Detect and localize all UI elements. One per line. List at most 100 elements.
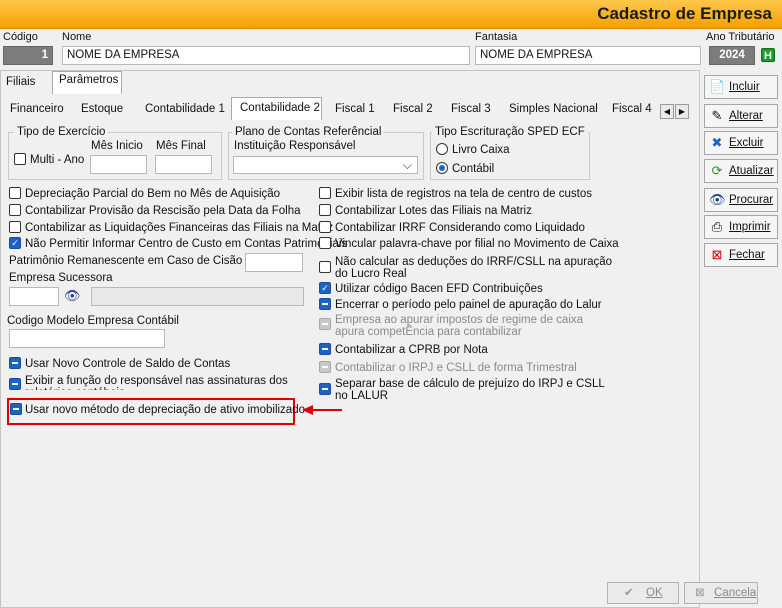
tab-contabilidade-2[interactable]: Contabilidade 2 [231,97,322,120]
cancela-button[interactable]: ⊠ Cancela [684,582,758,604]
delete-icon: ✖ [711,135,723,150]
checkmark-icon: ✔ [624,587,634,599]
cprb-nota-checkbox[interactable] [319,343,331,355]
alterar-label: Alterar [729,110,763,122]
provisao-rescisao-checkbox[interactable] [9,204,21,216]
historico-button[interactable]: H [761,48,775,62]
liquidacoes-filiais-label: Contabilizar as Liquidações Financeiras … [25,222,334,234]
contabil-radio[interactable] [436,162,448,174]
ano-field[interactable]: 2024 [709,46,755,65]
tab-parametros[interactable]: Parâmetros [52,71,122,94]
sucessora-label: Empresa Sucessora [9,272,113,284]
depreciacao-parcial-checkbox[interactable] [9,187,21,199]
tab-simples-nacional[interactable]: Simples Nacional [509,101,598,115]
novo-metodo-depreciacao-checkbox[interactable] [10,403,22,415]
novo-saldo-label: Usar Novo Controle de Saldo de Contas [25,358,231,370]
tab-filiais[interactable]: Filiais [6,74,35,88]
ano-label: Ano Tributário [706,31,775,43]
novo-saldo-checkbox[interactable] [9,357,21,369]
irpj-trimestral-checkbox [319,361,331,373]
instituicao-select[interactable]: ⌵ [233,156,418,174]
mes-inicio-field[interactable] [90,155,147,174]
centro-custo-checkbox[interactable]: ✓ [9,237,21,249]
printer-icon: ⎙ [711,219,723,234]
fantasia-field[interactable]: NOME DA EMPRESA [475,46,701,65]
codigo-field[interactable]: 1 [3,46,53,65]
tab-fiscal-2[interactable]: Fiscal 2 [393,101,433,115]
incluir-label: Incluir [729,81,760,93]
excluir-button[interactable]: ✖ Excluir [704,131,778,155]
funcao-responsavel-checkbox[interactable] [9,378,21,390]
ok-label: OK [646,587,663,599]
funcao-responsavel-label: Exibir a função do responsável nas assin… [25,375,288,390]
title-bar: Cadastro de Empresa [0,0,782,29]
incluir-button[interactable]: 📄 Incluir [704,75,778,99]
deducoes-irrf-checkbox[interactable] [319,261,331,273]
cprb-nota-label: Contabilizar a CPRB por Nota [335,344,488,356]
fantasia-label: Fantasia [475,31,518,43]
codigo-modelo-label: Codigo Modelo Empresa Contábil [7,315,179,327]
tab-estoque[interactable]: Estoque [81,101,123,115]
tab-contabilidade-1[interactable]: Contabilidade 1 [145,101,225,115]
atualizar-label: Atualizar [729,165,774,177]
mes-final-field[interactable] [155,155,212,174]
contabil-label: Contábil [452,163,495,175]
lotes-filiais-checkbox[interactable] [319,204,331,216]
livro-caixa-radio[interactable] [436,143,448,155]
excluir-label: Excluir [729,137,764,149]
prejuizo-irpj-checkbox[interactable] [319,383,331,395]
chevron-down-icon: ⌵ [402,158,412,172]
lista-centro-custos-label: Exibir lista de registros na tela de cen… [335,188,592,200]
liquidacoes-filiais-checkbox[interactable] [9,221,21,233]
sped-legend: Tipo Escrituração SPED ECF [432,126,588,138]
centro-custo-label: Não Permitir Informar Centro de Custo em… [25,238,348,250]
multi-ano-label: Multi - Ano [30,154,85,166]
patrimonio-field[interactable] [245,253,303,272]
edit-icon: ✎ [711,108,723,123]
tab-fiscal-4[interactable]: Fiscal 4 [612,101,652,115]
imprimir-button[interactable]: ⎙ Imprimir [704,215,778,239]
binoculars-icon[interactable]: 👁 [64,288,81,304]
encerrar-lalur-checkbox[interactable] [319,298,331,310]
nome-label: Nome [62,31,92,43]
instituicao-label: Instituição Responsável [234,140,356,152]
cancela-label: Cancela [714,587,757,599]
multi-ano-checkbox[interactable] [14,153,26,165]
atualizar-button[interactable]: ⟳ Atualizar [704,159,778,183]
patrimonio-label: Patrimônio Remanescente em Caso de Cisão… [9,255,267,267]
regime-caixa-label: Empresa ao apurar impostos de regime de … [335,314,584,338]
tab-scroll-left-icon[interactable]: ◀ [660,104,674,119]
codigo-label: Código [3,31,38,43]
bacen-efd-checkbox[interactable]: ✓ [319,282,331,294]
imprimir-label: Imprimir [729,221,771,233]
fechar-button[interactable]: ⊠ Fechar [704,243,778,267]
alterar-button[interactable]: ✎ Alterar [704,104,778,128]
plano-legend: Plano de Contas Referêncial [232,126,385,138]
nome-field[interactable]: NOME DA EMPRESA [62,46,470,65]
palavra-chave-checkbox[interactable] [319,237,331,249]
window-title: Cadastro de Empresa [597,4,772,23]
deducoes-irrf-label: Não calcular as deduções do IRRF/CSLL na… [335,256,613,280]
depreciacao-parcial-label: Depreciação Parcial do Bem no Mês de Aqu… [25,188,281,200]
ok-button[interactable]: ✔ OK [607,582,679,604]
cancel-icon: ⊠ [695,587,705,599]
sucessora-code-field[interactable] [9,287,59,306]
codigo-modelo-field[interactable] [9,329,165,348]
irrf-liquidado-label: Contabilizar IRRF Considerando como Liqu… [335,222,585,234]
refresh-icon: ⟳ [711,163,723,178]
procurar-button[interactable]: 👁 Procurar [704,188,778,212]
mes-inicio-label: Mês Inicio [91,140,143,152]
tab-fiscal-3[interactable]: Fiscal 3 [451,101,491,115]
lista-centro-custos-checkbox[interactable] [319,187,331,199]
palavra-chave-label: Vincular palavra-chave por filial no Mov… [335,238,619,250]
tab-scroll-right-icon[interactable]: ▶ [675,104,689,119]
irrf-liquidado-checkbox[interactable] [319,221,331,233]
tab-financeiro[interactable]: Financeiro [10,101,64,115]
livro-caixa-label: Livro Caixa [452,144,510,156]
novo-metodo-depreciacao-label: Usar novo método de depreciação de ativo… [25,404,305,416]
irpj-trimestral-label: Contabilizar o IRPJ e CSLL de forma Trim… [335,362,577,374]
provisao-rescisao-label: Contabilizar Provisão da Rescisão pela D… [25,205,301,217]
prejuizo-irpj-label: Separar base de cálculo de prejuízo do I… [335,378,605,402]
arrow-left-icon [302,405,342,415]
tab-fiscal-1[interactable]: Fiscal 1 [335,101,375,115]
